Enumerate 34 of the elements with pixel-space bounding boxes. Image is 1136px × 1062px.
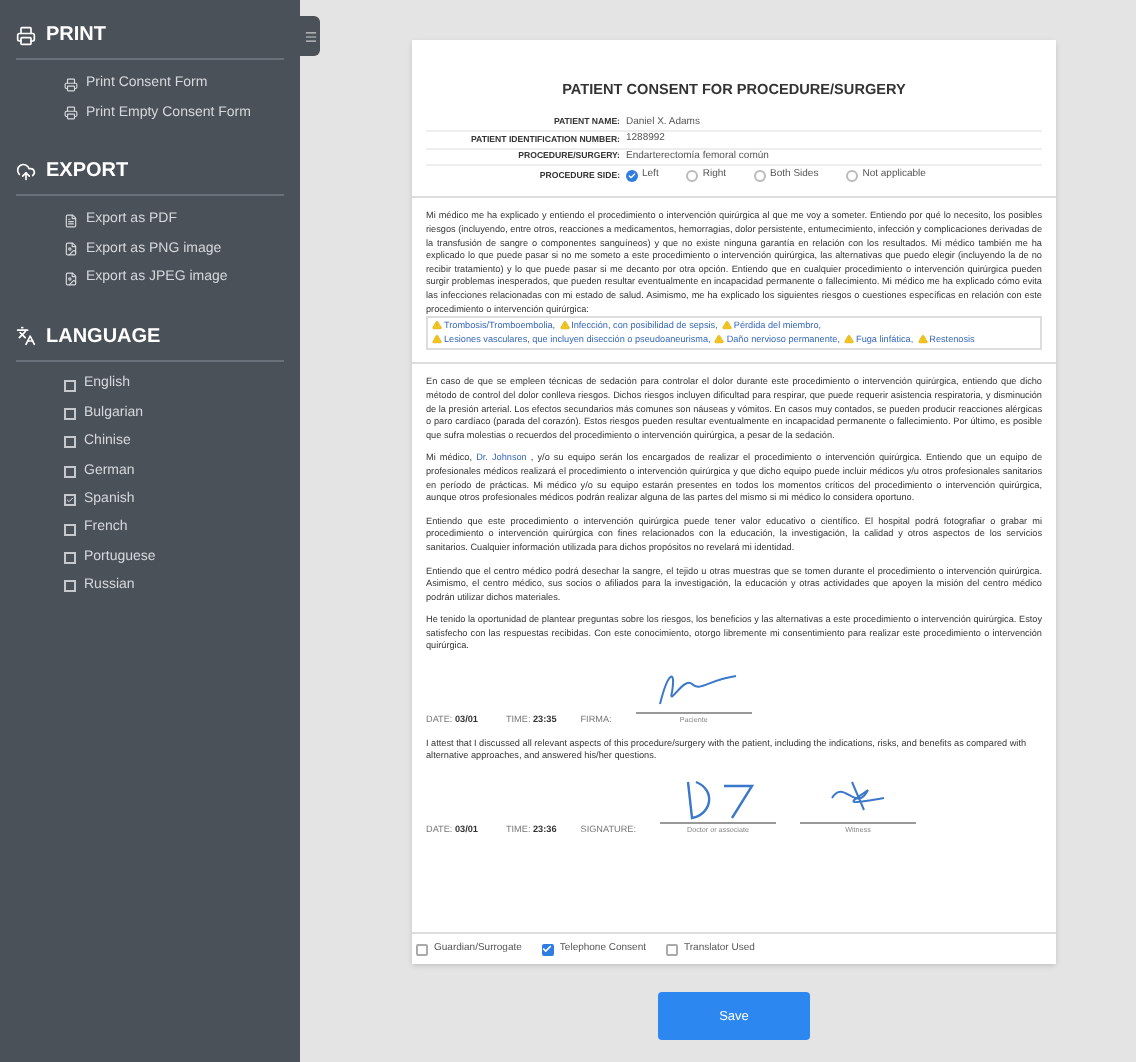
warning-icon (432, 334, 442, 345)
menu-icon (303, 29, 317, 43)
language-checkbox[interactable] (64, 408, 76, 421)
language-checkbox[interactable] (64, 379, 76, 392)
radio-button[interactable] (686, 169, 699, 182)
language-checkbox[interactable] (64, 494, 76, 507)
option-checkbox[interactable] (416, 943, 428, 956)
section-title: LANGUAGE (46, 323, 161, 351)
warning-icon (844, 334, 855, 345)
language-checkbox[interactable] (64, 552, 76, 565)
warning-icon (432, 320, 442, 331)
language-checkbox[interactable] (64, 436, 76, 449)
warning-icon (559, 320, 570, 331)
printer-icon (64, 77, 78, 92)
language-checkbox[interactable] (64, 465, 76, 478)
menu-toggle-button[interactable] (300, 16, 320, 56)
language-checkbox[interactable] (64, 523, 76, 536)
section-title: PRINT (46, 22, 106, 50)
option-checkbox[interactable] (666, 943, 679, 956)
language-checkbox[interactable] (64, 580, 76, 593)
file-icon (64, 271, 78, 286)
warning-icon (714, 334, 725, 345)
radio-button[interactable] (754, 169, 767, 182)
export-section-icon (16, 161, 36, 181)
file-icon (64, 242, 78, 257)
printer-icon (64, 106, 78, 121)
radio-button[interactable] (626, 169, 638, 182)
section-title: EXPORT (46, 158, 129, 186)
radio-button[interactable] (846, 169, 859, 182)
file-icon (64, 213, 78, 228)
language-section-icon (16, 326, 36, 346)
warning-icon (721, 320, 732, 331)
print-section-icon (16, 25, 36, 45)
warning-icon (917, 334, 928, 345)
